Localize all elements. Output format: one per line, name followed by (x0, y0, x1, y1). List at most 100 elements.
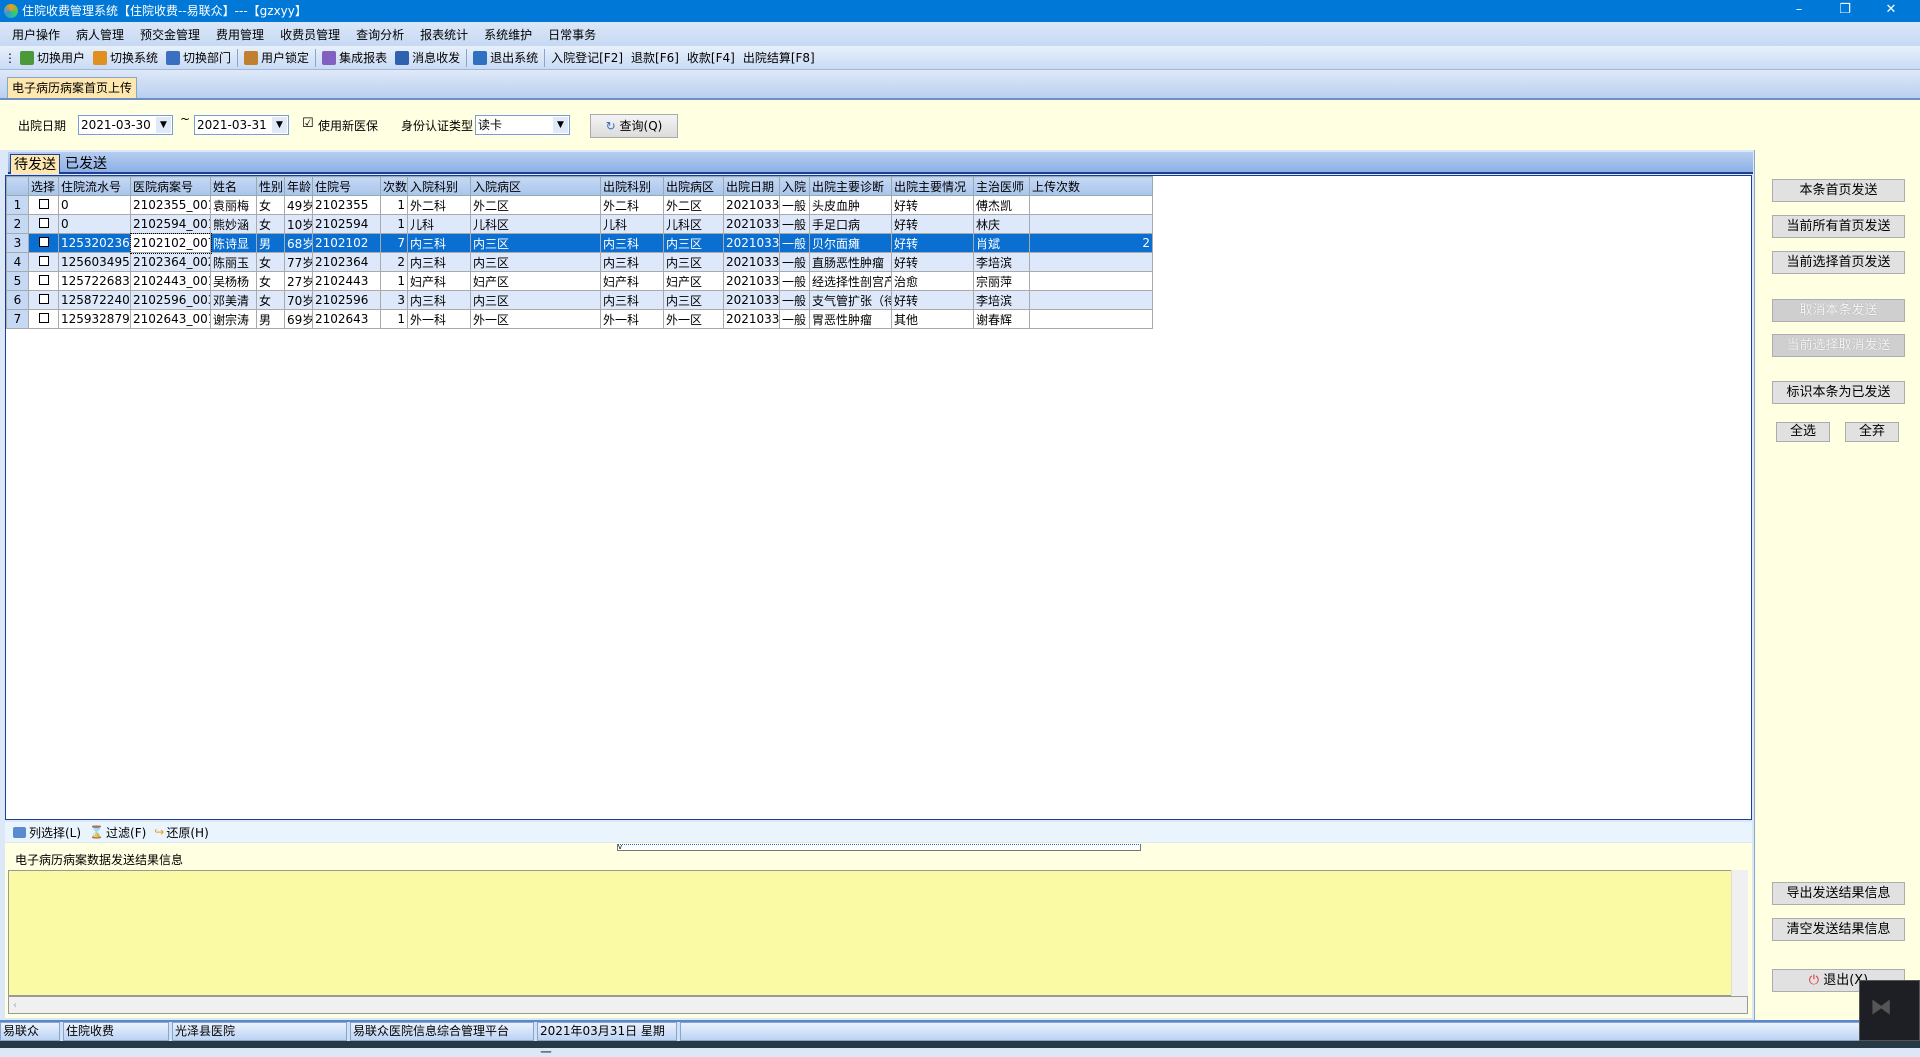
cancel-current-button[interactable]: 取消本条发送 (1772, 299, 1905, 322)
toolbar-button[interactable]: 收款[F4] (683, 49, 739, 66)
column-header[interactable]: 入院病区 (470, 176, 601, 196)
chevron-down-icon[interactable]: ▼ (156, 117, 171, 133)
column-header[interactable]: 出院主要诊断 (809, 176, 892, 196)
table-cell[interactable] (28, 309, 59, 329)
column-header[interactable]: 年龄 (284, 176, 313, 196)
column-header[interactable] (6, 176, 29, 196)
table-cell[interactable] (28, 214, 59, 234)
toolbar-button[interactable]: 切换用户 (16, 49, 89, 66)
row-checkbox[interactable] (38, 275, 49, 285)
table-cell: 外一科 (600, 309, 664, 329)
date-from-picker[interactable]: 2021-03-30 ▼ (78, 115, 173, 135)
toolbar-button[interactable]: 入院登记[F2] (547, 49, 627, 66)
status-bar: 易联众 住院收费 光泽县医院 易联众医院信息综合管理平台 2021年03月31日 星期三 (0, 1020, 1920, 1055)
column-header[interactable]: 性别 (256, 176, 285, 196)
menu-item[interactable]: 预交金管理 (132, 26, 208, 43)
menu-item[interactable]: 病人管理 (68, 26, 132, 43)
tab-pending[interactable]: 待发送 (10, 154, 60, 174)
column-header[interactable]: 出院科别 (600, 176, 664, 196)
table-row[interactable]: 6 125872240 2102596_003 邓美清女 70岁 2102596 3 内三科内… (6, 290, 1153, 310)
table-row[interactable]: 5 125722683 2102443_001 吴杨杨女 27岁 2102443 1 妇产科妇… (6, 271, 1153, 291)
tab-sent[interactable]: 已发送 (62, 154, 110, 174)
toolbar-button[interactable]: 集成报表 (318, 49, 391, 66)
select-all-button[interactable]: 全选 (1776, 422, 1830, 442)
row-checkbox[interactable] (38, 237, 49, 247)
menu-item[interactable]: 日常事务 (540, 26, 604, 43)
column-header[interactable]: 出院病区 (663, 176, 724, 196)
menu-item[interactable]: 报表统计 (412, 26, 476, 43)
restore-button[interactable]: ↪ 还原(H) (150, 824, 212, 841)
table-cell[interactable] (28, 271, 59, 291)
menu-item[interactable]: 收费员管理 (272, 26, 348, 43)
column-header[interactable]: 选择 (28, 176, 59, 196)
export-results-button[interactable]: 导出发送结果信息 (1772, 882, 1905, 905)
column-header[interactable]: 医院病案号 (130, 176, 211, 196)
column-header[interactable]: 姓名 (210, 176, 257, 196)
column-header[interactable]: 出院日期 (723, 176, 780, 196)
column-header[interactable]: 次数 (380, 176, 408, 196)
menu-item[interactable]: 查询分析 (348, 26, 412, 43)
send-selected-button[interactable]: 当前选择首页发送 (1772, 251, 1905, 274)
send-current-button[interactable]: 本条首页发送 (1772, 179, 1905, 202)
column-select-button[interactable]: 列选择(L) (9, 824, 85, 841)
toolbar-button[interactable]: 退出系统 (469, 49, 542, 66)
status-panel: 易联众医院信息综合管理平台 (350, 1022, 534, 1041)
vertical-scrollbar[interactable] (1731, 870, 1748, 996)
maximize-button[interactable]: ❐ (1822, 0, 1868, 22)
deselect-all-button[interactable]: 全弃 (1845, 422, 1899, 442)
send-all-button[interactable]: 当前所有首页发送 (1772, 215, 1905, 238)
table-cell: 李培滨 (973, 252, 1030, 272)
column-header[interactable]: 入院科别 (407, 176, 471, 196)
horizontal-scrollbar[interactable]: ‹ (8, 996, 1748, 1014)
toolbar-button[interactable]: 退款[F6] (627, 49, 683, 66)
toolbar-grip[interactable]: ⋮ (4, 51, 16, 65)
table-row[interactable]: 4 125603495 2102364_002 陈丽玉女 77岁 2102364 2 内三科内… (6, 252, 1153, 272)
chevron-down-icon[interactable]: ▼ (272, 117, 287, 133)
row-checkbox[interactable] (38, 218, 49, 228)
use-new-insurance-checkbox[interactable]: ☑ (302, 116, 314, 131)
menu-item[interactable]: 用户操作 (4, 26, 68, 43)
filter-panel: 出院日期 2021-03-30 ▼ ~ 2021-03-31 ▼ ☑ 使用新医保 身… (0, 98, 1920, 150)
menu-item[interactable]: 费用管理 (208, 26, 272, 43)
column-header[interactable]: 主治医师 (973, 176, 1030, 196)
row-checkbox[interactable] (38, 313, 49, 323)
tab-emr-upload[interactable]: 电子病历病案首页上传 (7, 77, 138, 98)
table-row[interactable]: 1 0 2102355_001 袁丽梅女 49岁 2102355 1 外二科 外二区 外二科 外二区… (6, 195, 1153, 215)
chevron-down-icon[interactable]: ▼ (553, 117, 568, 133)
row-checkbox[interactable] (38, 199, 49, 209)
toolbar-button[interactable]: 出院结算[F8] (739, 49, 819, 66)
splitter-handle[interactable]: v (617, 844, 1141, 851)
cancel-selected-button[interactable]: 当前选择取消发送 (1772, 334, 1905, 357)
row-checkbox[interactable] (38, 256, 49, 266)
toolbar-button[interactable]: 用户锁定 (240, 49, 313, 66)
table-cell: 49岁 (284, 195, 313, 215)
toolbar-button[interactable]: 切换部门 (162, 49, 235, 66)
filter-button[interactable]: ⌛ 过滤(F) (85, 824, 150, 841)
column-header[interactable]: 住院流水号 (58, 176, 131, 196)
table-row[interactable]: 7 125932879 2102643_001 谢宗涛男 69岁 2102643 1 外一科外… (6, 309, 1153, 329)
table-cell[interactable] (28, 252, 59, 272)
table-cell[interactable] (28, 290, 59, 310)
table-row[interactable]: 3 125320236 2102102_007 陈诗显男 68岁 2102102 7 内三科内… (6, 232, 1153, 254)
clear-results-button[interactable]: 清空发送结果信息 (1772, 918, 1905, 941)
column-header[interactable]: 上传次数 (1029, 176, 1153, 196)
mark-sent-button[interactable]: 标识本条为已发送 (1772, 381, 1905, 404)
table-cell[interactable] (28, 233, 59, 253)
result-textarea[interactable] (8, 870, 1748, 996)
table-row[interactable]: 2 0 2102594_001 熊妙涵女 10岁 2102594 1 儿科 儿科区 儿科 儿科区 20… (6, 214, 1153, 234)
column-header[interactable]: 出院主要情况 (891, 176, 974, 196)
column-header[interactable]: 入院 (779, 176, 810, 196)
query-button[interactable]: ↻ 查询(Q) (590, 114, 678, 138)
id-type-select[interactable]: 读卡 ▼ (475, 115, 570, 135)
menu-item[interactable]: 系统维护 (476, 26, 540, 43)
table-cell[interactable] (28, 195, 59, 215)
toolbar-label: 出院结算[F8] (742, 51, 815, 65)
toolbar-button[interactable]: 消息收发 (391, 49, 464, 66)
date-to-picker[interactable]: 2021-03-31 ▼ (194, 115, 289, 135)
column-header[interactable]: 住院号 (312, 176, 381, 196)
row-checkbox[interactable] (38, 294, 49, 304)
close-button[interactable]: ✕ (1868, 0, 1914, 22)
minimize-button[interactable]: – (1776, 0, 1822, 22)
toolbar-button[interactable]: 切换系统 (89, 49, 162, 66)
floating-widget[interactable]: ⧓ (1859, 980, 1920, 1041)
